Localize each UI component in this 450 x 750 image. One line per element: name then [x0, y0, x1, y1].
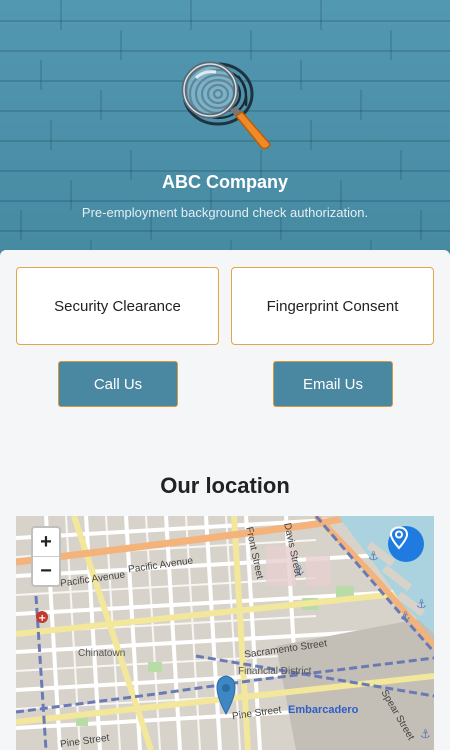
zoom-out-button[interactable]: − [33, 557, 59, 585]
svg-text:+: + [38, 613, 46, 624]
fingerprint-consent-label: Fingerprint Consent [266, 297, 399, 315]
company-name: ABC Company [161, 172, 288, 192]
location-title: Our location [160, 473, 290, 498]
map-tiles: ⚓ ⚓ ⚓ ⚓ ⚓ + [16, 516, 434, 750]
map-zoom-control: + − [31, 526, 61, 587]
location-map[interactable]: ⚓ ⚓ ⚓ ⚓ ⚓ + Pacific Avenue Pacific Avenu… [16, 516, 434, 750]
call-us-button[interactable]: Call Us [58, 361, 178, 407]
tagline: Pre-employment background check authoriz… [81, 205, 369, 220]
map-label-chinatown: Chinatown [78, 648, 126, 659]
header-banner: ABC Company Pre-employment background ch… [0, 0, 450, 262]
svg-text:⚓: ⚓ [368, 549, 379, 563]
svg-text:⚓: ⚓ [400, 609, 411, 623]
security-clearance-button[interactable]: Security Clearance [16, 267, 219, 345]
security-clearance-label: Security Clearance [54, 297, 181, 315]
locate-button[interactable] [388, 526, 424, 562]
location-pin-icon [389, 526, 409, 550]
svg-text:⚓: ⚓ [416, 597, 427, 611]
email-us-button[interactable]: Email Us [273, 361, 393, 407]
map-label-embarcadero: Embarcadero [288, 704, 359, 716]
fingerprint-consent-button[interactable]: Fingerprint Consent [231, 267, 434, 345]
map-label-financial-district: Financial District [238, 666, 312, 677]
magnifying-glass-fingerprint-logo [181, 61, 271, 150]
svg-text:⚓: ⚓ [420, 727, 431, 741]
content-panel: Security Clearance Fingerprint Consent C… [0, 250, 450, 750]
zoom-in-button[interactable]: + [33, 528, 59, 556]
